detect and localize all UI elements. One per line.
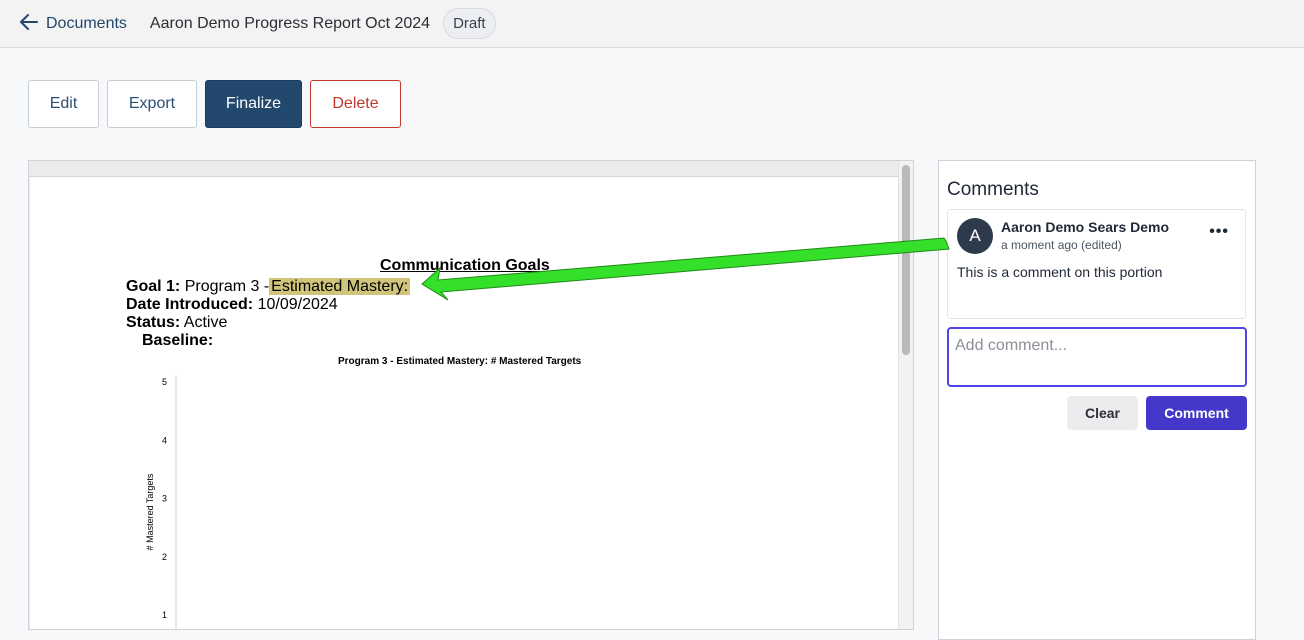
highlighted-text[interactable]: Estimated Mastery: bbox=[269, 278, 411, 295]
top-bar: Documents Aaron Demo Progress Report Oct… bbox=[0, 0, 1304, 48]
chart: # Mastered Targets 1 2 3 4 5 bbox=[145, 375, 177, 629]
add-comment-input[interactable] bbox=[947, 327, 1247, 387]
y-tick-label: 4 bbox=[162, 435, 167, 445]
y-tick-label: 2 bbox=[162, 552, 167, 562]
y-tick-label: 5 bbox=[162, 377, 167, 387]
edit-button[interactable]: Edit bbox=[28, 80, 99, 128]
chart-title: Program 3 - Estimated Mastery: # Mastere… bbox=[338, 356, 582, 367]
back-to-documents-link[interactable]: Documents bbox=[20, 13, 127, 34]
comments-panel: Comments A Aaron Demo Sears Demo a momen… bbox=[938, 160, 1256, 640]
document-title: Aaron Demo Progress Report Oct 2024 bbox=[149, 14, 431, 32]
status-line: Status: Active bbox=[126, 314, 227, 332]
comment-author: Aaron Demo Sears Demo bbox=[1001, 219, 1170, 235]
comments-title: Comments bbox=[947, 179, 1039, 200]
goal-program: Program 3 - bbox=[184, 278, 270, 295]
back-label: Documents bbox=[46, 14, 127, 32]
more-horizontal-icon[interactable]: ••• bbox=[1209, 223, 1229, 241]
date-line: Date Introduced: 10/09/2024 bbox=[126, 296, 338, 314]
status-label: Status: bbox=[126, 314, 181, 331]
scrollbar-thumb[interactable] bbox=[902, 165, 910, 355]
comment-timestamp: a moment ago (edited) bbox=[1001, 238, 1122, 252]
status-badge: Draft bbox=[443, 8, 496, 39]
document-page: Communication Goals Goal 1: Program 3 -E… bbox=[30, 177, 898, 629]
comment-card: A Aaron Demo Sears Demo a moment ago (ed… bbox=[947, 209, 1246, 319]
delete-button[interactable]: Delete bbox=[310, 80, 401, 128]
comment-body: This is a comment on this portion bbox=[957, 264, 1163, 280]
export-button[interactable]: Export bbox=[107, 80, 197, 128]
y-tick-label: 3 bbox=[162, 494, 167, 504]
y-axis-label: # Mastered Targets bbox=[145, 473, 155, 550]
date-value: 10/09/2024 bbox=[257, 296, 338, 313]
baseline-label: Baseline: bbox=[142, 332, 214, 349]
document-viewer[interactable]: Communication Goals Goal 1: Program 3 -E… bbox=[28, 160, 914, 630]
viewer-scrollbar[interactable] bbox=[898, 161, 913, 629]
avatar: A bbox=[957, 218, 993, 254]
status-value: Active bbox=[183, 314, 228, 331]
baseline-line: Baseline: bbox=[142, 332, 213, 350]
section-title: Communication Goals bbox=[380, 257, 550, 274]
arrow-left-icon bbox=[20, 13, 38, 34]
date-label: Date Introduced: bbox=[126, 296, 254, 313]
finalize-button[interactable]: Finalize bbox=[205, 80, 302, 128]
submit-comment-button[interactable]: Comment bbox=[1146, 396, 1247, 430]
y-tick-label: 1 bbox=[162, 610, 167, 620]
goal-label: Goal 1: bbox=[126, 278, 181, 295]
goal-line: Goal 1: Program 3 - Estimated Mastery: bbox=[126, 278, 411, 296]
viewer-toolbar bbox=[29, 161, 899, 177]
clear-button[interactable]: Clear bbox=[1067, 396, 1138, 430]
